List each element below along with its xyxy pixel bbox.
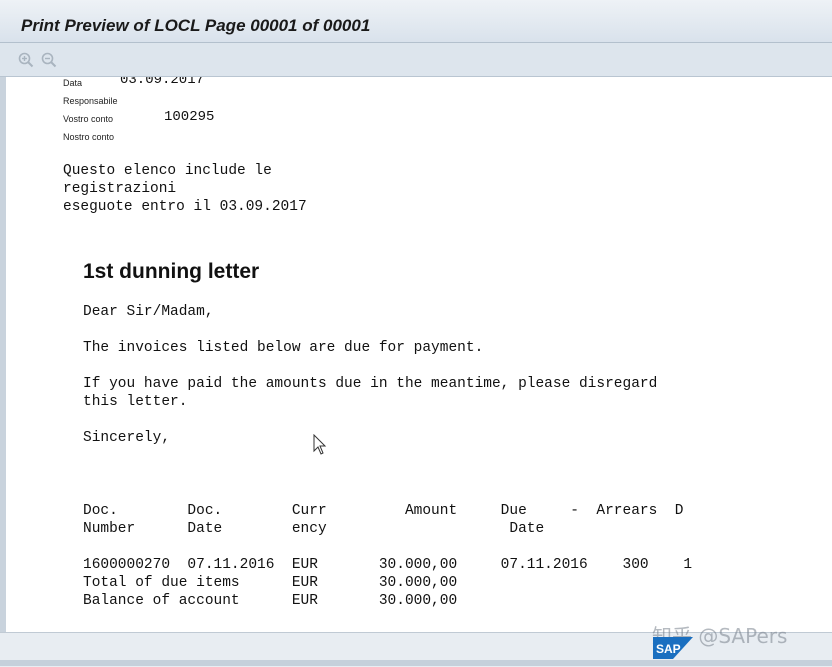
paragraph-2-line-1: If you have paid the amounts due in the … (83, 376, 658, 392)
table-header-row-2: Number Date ency Date (83, 521, 545, 537)
intro-line-3: eseguote entro il 03.09.2017 (63, 199, 307, 215)
table-row-total-due: Total of due items EUR 30.000,00 (83, 575, 458, 591)
table-header-row-1: Doc. Doc. Curr Amount Due - Arrears D (83, 503, 684, 519)
toolbar (0, 43, 832, 77)
data-label: Data (63, 78, 83, 88)
vostro-conto-label: Vostro conto (63, 114, 114, 124)
mouse-cursor-icon (313, 433, 327, 456)
table-row: 1600000270 07.11.2016 EUR 30.000,00 07.1… (83, 557, 693, 573)
status-strip (0, 660, 832, 666)
intro-line-1: Questo elenco include le (63, 163, 272, 179)
table-row-balance: Balance of account EUR 30.000,00 (83, 593, 458, 609)
intro-line-2: registrazioni (63, 181, 177, 197)
sap-logo-text: SAP (656, 642, 681, 656)
title-bar: Print Preview of LOCL Page 00001 of 0000… (0, 0, 832, 43)
vostro-conto-value: 100295 (164, 109, 215, 125)
zoom-in-icon[interactable] (17, 51, 35, 69)
responsabile-label: Responsabile (63, 96, 118, 106)
window-title: Print Preview of LOCL Page 00001 of 0000… (21, 16, 371, 35)
paragraph-2-line-2: this letter. (83, 394, 188, 410)
sap-logo: SAP (653, 637, 693, 659)
document-page: Data 03.09.2017 Responsabile Vostro cont… (0, 77, 832, 647)
letter-heading: 1st dunning letter (83, 260, 260, 283)
nostro-conto-label: Nostro conto (63, 132, 115, 142)
salutation: Dear Sir/Madam, (83, 304, 214, 320)
paragraph-1: The invoices listed below are due for pa… (83, 340, 484, 356)
data-value: 03.09.2017 (120, 77, 205, 88)
zoom-out-icon[interactable] (40, 51, 58, 69)
closing: Sincerely, (83, 430, 171, 446)
